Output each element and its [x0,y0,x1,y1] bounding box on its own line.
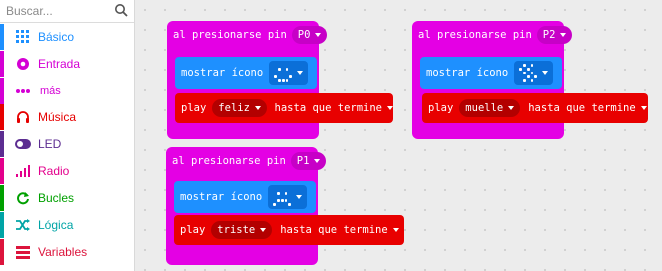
event-header: al presionarse pin P2 [412,21,573,49]
until-dropdown[interactable]: hasta que termine [528,102,635,114]
search-box[interactable]: Buscar... [0,0,134,23]
melody-dropdown[interactable]: muelle [459,99,521,117]
headphones-icon [15,109,31,125]
search-input[interactable]: Buscar... [6,4,53,18]
play-melody-block[interactable]: play feliz hasta que termine [175,93,393,123]
until-dropdown[interactable]: hasta que termine [280,224,387,236]
chevron-down-icon [560,33,567,37]
more-dots-icon [15,83,31,99]
event-label: al presionarse pin [172,155,286,167]
play-label: play [428,102,454,114]
category-label: LED [38,137,62,151]
chevron-down-icon [542,71,549,75]
category-color-bar [0,185,4,211]
toolbox-sidebar: Buscar... Básico Entrada más Música LED … [0,0,135,271]
event-header: al presionarse pin P0 [167,21,328,49]
play-melody-block[interactable]: play triste hasta que termine [174,215,404,245]
icon-picker[interactable] [268,185,308,209]
play-label: play [180,224,206,236]
icon-picker[interactable] [514,61,554,85]
show-icon-label: mostrar ícono [180,191,263,203]
signal-bars-icon [15,163,31,179]
pin-dropdown[interactable]: P0 [291,26,328,44]
event-block-pin-p0[interactable]: al presionarse pin P0 mostrar ícono play… [167,21,393,139]
category-label: Música [38,110,77,124]
shuffle-icon [15,217,31,233]
category-musica[interactable]: Música [0,104,134,130]
melody-value: triste [217,224,256,236]
category-variables[interactable]: Variables [0,239,134,265]
pin-dropdown[interactable]: P1 [290,152,327,170]
melody-value: muelle [465,102,504,114]
chevron-down-icon [297,71,304,75]
search-icon[interactable] [114,3,128,17]
category-label: Básico [38,30,75,44]
category-color-bar [0,104,4,130]
show-icon-label: mostrar ícono [181,67,264,79]
category-logica[interactable]: Lógica [0,212,134,238]
grid-icon [15,29,31,45]
chevron-down-icon [392,228,399,232]
melody-dropdown[interactable]: feliz [212,99,267,117]
pin-value: P0 [297,29,311,41]
dots-pattern-icon [519,64,538,82]
category-bucles[interactable]: Bucles [0,185,134,211]
play-melody-block[interactable]: play muelle hasta que termine [422,93,648,123]
icon-picker[interactable] [269,61,309,85]
event-header: al presionarse pin P1 [166,147,327,175]
pin-value: P1 [296,155,310,167]
category-color-bar [0,212,4,238]
chevron-down-icon [260,228,267,232]
event-label: al presionarse pin [418,29,532,41]
until-dropdown[interactable]: hasta que termine [275,102,382,114]
category-color-bar [0,239,4,265]
category-basico[interactable]: Básico [0,24,134,50]
pin-dropdown[interactable]: P2 [536,26,573,44]
pin-value: P2 [542,29,556,41]
chevron-down-icon [296,195,303,199]
category-color-bar [0,131,4,157]
category-radio[interactable]: Radio [0,158,134,184]
chevron-down-icon [508,106,515,110]
melody-value: feliz [218,102,250,114]
show-icon-block[interactable]: mostrar ícono [175,57,317,89]
refresh-icon [15,190,31,206]
chevron-down-icon [314,159,321,163]
event-block-pin-p2[interactable]: al presionarse pin P2 mostrar ícono play… [412,21,648,139]
category-color-bar [0,24,4,50]
category-entrada[interactable]: Entrada [0,51,134,77]
category-label: más [40,85,61,97]
category-color-bar [0,51,4,77]
play-label: play [181,102,207,114]
category-color-bar [0,78,4,104]
show-icon-block[interactable]: mostrar ícono [174,181,316,213]
category-label: Lógica [38,218,74,232]
category-label: Radio [38,164,70,178]
show-icon-label: mostrar ícono [426,67,509,79]
category-label: Entrada [38,57,81,71]
category-label: Variables [38,245,88,259]
show-icon-block[interactable]: mostrar ícono [420,57,562,89]
toggle-icon [15,136,31,152]
target-icon [15,56,31,72]
happy-face-icon [274,64,293,82]
event-block-pin-p1[interactable]: al presionarse pin P1 mostrar ícono play… [166,147,404,265]
melody-dropdown[interactable]: triste [211,221,273,239]
sad-face-icon [273,188,292,206]
chevron-down-icon [254,106,261,110]
category-mas[interactable]: más [0,78,134,104]
category-label: Bucles [38,191,75,205]
chevron-down-icon [640,106,647,110]
category-led[interactable]: LED [0,131,134,157]
category-color-bar [0,158,4,184]
chevron-down-icon [315,33,322,37]
list-icon [15,244,31,260]
chevron-down-icon [387,106,393,110]
event-label: al presionarse pin [173,29,287,41]
